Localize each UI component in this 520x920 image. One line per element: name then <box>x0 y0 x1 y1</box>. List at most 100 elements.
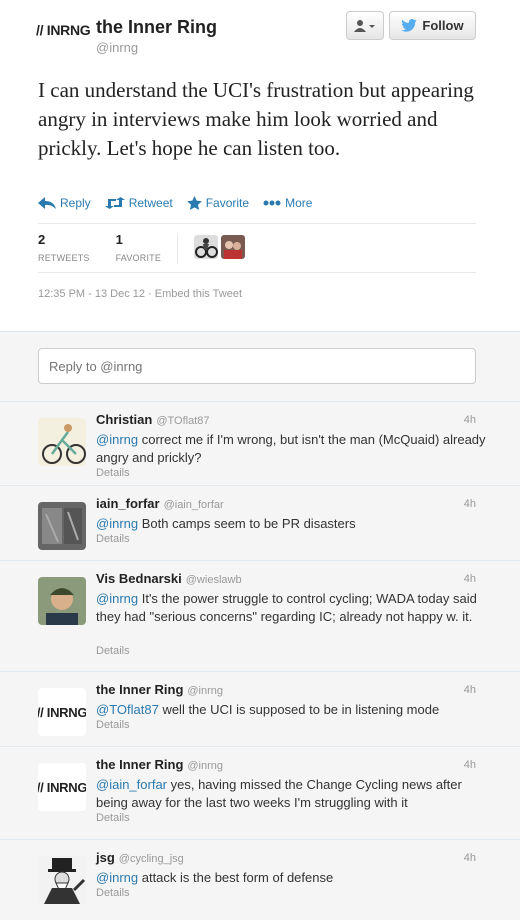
divider <box>38 223 476 224</box>
inrng-logo: // INRNG <box>38 779 86 795</box>
reply-author[interactable]: the Inner Ring @inrng <box>96 682 223 697</box>
more-action[interactable]: More <box>263 196 312 210</box>
reply-author[interactable]: jsg @cycling_jsg <box>96 850 184 865</box>
mention-link[interactable]: @iain_forfar <box>96 777 167 792</box>
reply-author-name: Vis Bednarski <box>96 571 182 586</box>
reply-author-name: the Inner Ring <box>96 757 184 772</box>
inrng-logo: // INRNG <box>38 704 86 720</box>
retweets-stat[interactable]: 2 RETWEETS <box>38 232 90 263</box>
retweet-icon <box>104 197 125 209</box>
follow-label: Follow <box>422 18 464 33</box>
reply-author[interactable]: iain_forfar @iain_forfar <box>96 496 224 511</box>
reply-text: @inrng correct me if I'm wrong, but isn'… <box>96 431 486 467</box>
reply-item[interactable]: Christian @TOflat87 4h @inrng correct me … <box>0 402 520 486</box>
reply-text: @inrng It's the power struggle to contro… <box>96 590 486 626</box>
reply-input[interactable] <box>38 348 476 384</box>
reply-details-link[interactable]: Details <box>96 887 130 899</box>
user-icon <box>354 19 375 32</box>
reply-author[interactable]: Christian @TOflat87 <box>96 412 210 427</box>
tweet-stats: 2 RETWEETS 1 FAVORITE <box>38 232 246 264</box>
author-avatar[interactable]: // INRNG <box>36 22 91 46</box>
reply-item[interactable]: iain_forfar @iain_forfar 4h @inrng Both c… <box>0 486 520 561</box>
retweet-action[interactable]: Retweet <box>104 196 173 210</box>
reply-icon <box>38 197 56 209</box>
mention-link[interactable]: @inrng <box>96 870 138 885</box>
mention-link[interactable]: @inrng <box>96 432 138 447</box>
mention-link[interactable]: @inrng <box>96 591 138 606</box>
favorites-label: FAVORITE <box>115 253 162 263</box>
reply-details-link[interactable]: Details <box>96 812 130 824</box>
reply-body: attack is the best form of defense <box>138 870 334 885</box>
reply-avatar[interactable]: // INRNG <box>38 688 86 736</box>
mention-link[interactable]: @inrng <box>96 516 138 531</box>
star-icon <box>186 196 202 210</box>
favorites-stat[interactable]: 1 FAVORITE <box>116 232 161 263</box>
reply-body: correct me if I'm wrong, but isn't the m… <box>96 432 486 465</box>
favoriter-avatar[interactable] <box>221 235 246 259</box>
reply-author-name: iain_forfar <box>96 496 160 511</box>
reply-time[interactable]: 4h <box>464 498 476 510</box>
favorited-by-avatars <box>194 235 246 259</box>
reply-details-link[interactable]: Details <box>96 645 130 657</box>
reply-author-handle: @inrng <box>187 760 224 772</box>
reply-avatar[interactable] <box>38 418 86 466</box>
reply-time[interactable]: 4h <box>464 684 476 696</box>
tweet-timestamp[interactable]: 12:35 PM - 13 Dec 12 · Embed this Tweet <box>38 288 242 300</box>
more-dots-icon <box>263 200 281 206</box>
reply-text: @inrng Both camps seem to be PR disaster… <box>96 515 486 533</box>
tweet-text: I can understand the UCI's frustration b… <box>38 78 474 160</box>
reply-time[interactable]: 4h <box>464 414 476 426</box>
reply-avatar[interactable]: // INRNG <box>38 763 86 811</box>
retweet-label: Retweet <box>128 196 173 210</box>
reply-item[interactable]: // INRNG the Inner Ring @inrng 4h @TOflat… <box>0 672 520 747</box>
reply-label: Reply <box>60 196 91 210</box>
reply-details-link[interactable]: Details <box>96 533 130 545</box>
reply-text: @inrng attack is the best form of defens… <box>96 869 486 887</box>
reply-body: It's the power struggle to control cycli… <box>96 591 477 624</box>
reply-time[interactable]: 4h <box>464 852 476 864</box>
reply-details-link[interactable]: Details <box>96 467 130 479</box>
reply-item[interactable]: Vis Bednarski @wieslawb 4h @inrng It's th… <box>0 561 520 672</box>
more-label: More <box>285 196 313 210</box>
reply-area <box>0 332 520 402</box>
reply-avatar[interactable] <box>38 502 86 550</box>
favorite-label: Favorite <box>205 196 250 210</box>
twitter-bird-icon <box>401 19 418 32</box>
reply-author-handle: @inrng <box>187 685 224 697</box>
favorites-count: 1 <box>115 232 123 247</box>
reply-author[interactable]: Vis Bednarski @wieslawb <box>96 571 242 586</box>
reply-text: @TOflat87 well the UCI is supposed to be… <box>96 701 486 719</box>
reply-author-handle: @iain_forfar <box>163 499 224 511</box>
reply-avatar[interactable] <box>38 856 86 904</box>
tweet-actions: Reply Retweet Favorite More <box>38 196 312 210</box>
retweets-count: 2 <box>38 232 46 247</box>
mention-link[interactable]: @TOflat87 <box>96 702 159 717</box>
retweets-label: RETWEETS <box>38 253 90 263</box>
follow-button[interactable]: Follow <box>389 11 476 40</box>
user-actions-button[interactable] <box>346 11 384 40</box>
reply-time[interactable]: 4h <box>464 759 476 771</box>
favorite-action[interactable]: Favorite <box>186 196 250 210</box>
reply-author-handle: @TOflat87 <box>156 415 210 427</box>
reply-author-handle: @wieslawb <box>185 574 242 586</box>
favoriter-avatar[interactable] <box>194 235 219 259</box>
reply-body: well the UCI is supposed to be in listen… <box>158 702 440 717</box>
author-block: the Inner Ring @inrng <box>96 17 217 55</box>
reply-author-name: the Inner Ring <box>96 682 184 697</box>
reply-action[interactable]: Reply <box>38 196 91 210</box>
reply-item[interactable]: // INRNG the Inner Ring @inrng 4h @iain_f… <box>0 747 520 840</box>
author-handle[interactable]: @inrng <box>96 40 217 55</box>
reply-avatar[interactable] <box>38 577 86 625</box>
main-tweet: // INRNG the Inner Ring @inrng Follow I … <box>0 0 520 332</box>
reply-author[interactable]: the Inner Ring @inrng <box>96 757 223 772</box>
reply-body: Both camps seem to be PR disasters <box>138 516 356 531</box>
reply-text: @iain_forfar yes, having missed the Chan… <box>96 776 486 812</box>
author-name[interactable]: the Inner Ring <box>96 17 217 38</box>
reply-item[interactable]: jsg @cycling_jsg 4h @inrng attack is the … <box>0 840 520 920</box>
inrng-logo: // INRNG <box>36 22 91 38</box>
stat-separator <box>177 234 179 264</box>
divider <box>38 272 476 273</box>
reply-author-handle: @cycling_jsg <box>118 853 184 865</box>
reply-details-link[interactable]: Details <box>96 719 130 731</box>
reply-time[interactable]: 4h <box>464 573 476 585</box>
